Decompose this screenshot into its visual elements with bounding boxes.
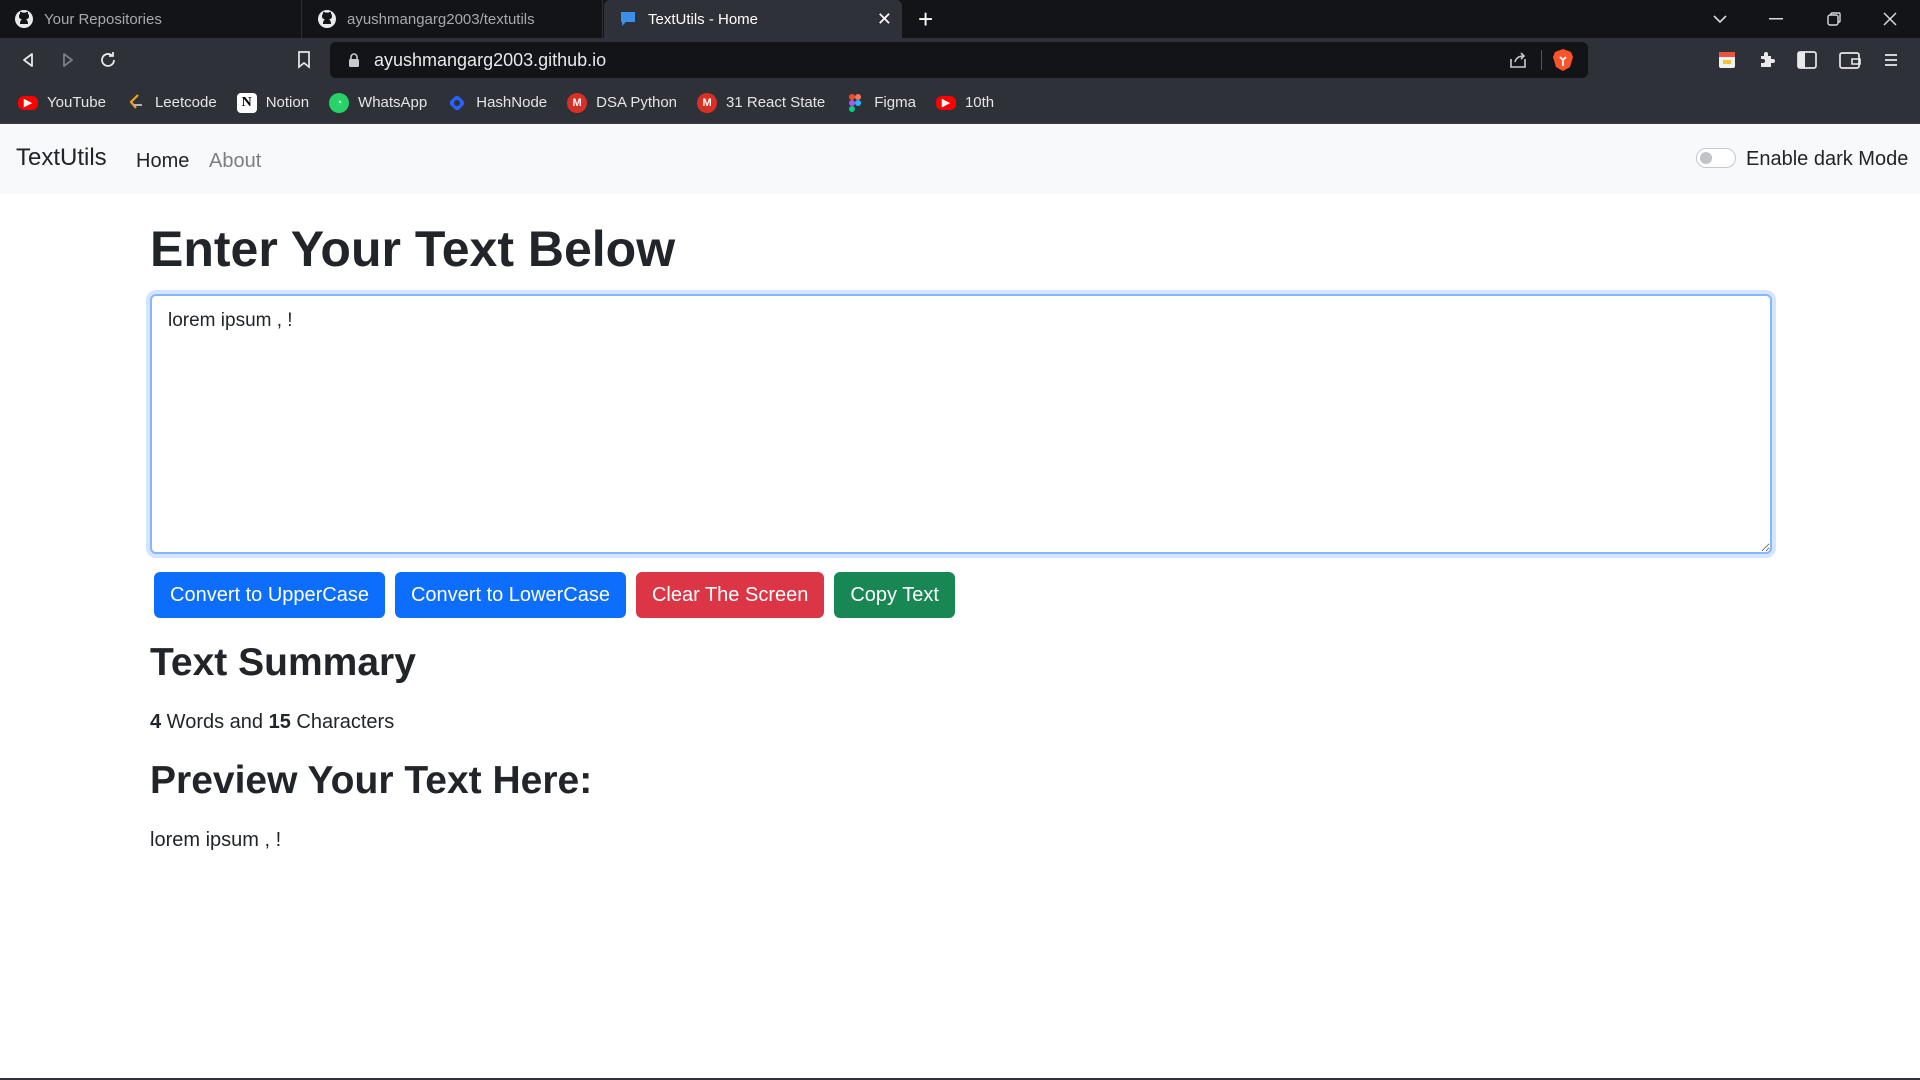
bookmark-label: 31 React State [726,94,826,111]
close-window-icon[interactable] [1862,0,1918,38]
url-text: ayushmangarg2003.github.io [374,49,607,70]
page-viewport: TextUtils Home About Enable dark Mode En… [0,124,1920,1080]
divider [1541,50,1542,70]
action-buttons: Convert to UpperCase Convert to LowerCas… [154,572,965,618]
bookmark-label: DSA Python [596,94,678,111]
sidebar-icon[interactable] [1795,48,1819,72]
chars-label: Characters [290,711,395,733]
youtube-icon: ▶ [935,95,956,110]
tab-textutils-repo[interactable]: ayushmangarg2003/textutils [303,0,603,38]
calendar-extension-icon[interactable] [1715,48,1739,72]
copy-button[interactable]: Copy Text [834,572,955,618]
bookmark-whatsapp[interactable]: ◔ WhatsApp [329,88,427,118]
text-summary: 4 Words and 15 Characters [150,711,394,734]
bookmark-label: Notion [265,94,310,111]
share-icon[interactable] [1508,50,1528,75]
bookmark-leetcode[interactable]: Leetcode [126,88,217,118]
youtube-icon: ▶ [18,95,38,110]
toggle-knob [1700,152,1712,164]
bookmark-label: Leetcode [154,94,217,111]
site-navbar: TextUtils Home About Enable dark Mode [0,124,1920,194]
summary-heading: Text Summary [150,641,416,684]
figma-icon [845,93,865,113]
extensions-puzzle-icon[interactable] [1755,48,1779,72]
whatsapp-icon: ◔ [329,92,350,113]
nav-link-home[interactable]: Home [136,150,189,173]
address-bar[interactable]: ayushmangarg2003.github.io [330,42,1588,78]
gmail-icon: M [697,92,718,113]
minimize-icon[interactable] [1748,0,1804,38]
lowercase-button[interactable]: Convert to LowerCase [394,572,626,618]
bookmark-youtube[interactable]: ▶ YouTube [18,88,106,118]
browser-tab-bar: Your Repositories ayushmangarg2003/textu… [0,0,1920,38]
bookmark-31-react-state[interactable]: M 31 React State [697,88,825,118]
bookmark-label: HashNode [476,94,548,111]
bookmark-label: YouTube [47,94,106,111]
bookmark-icon[interactable] [291,47,317,73]
wallet-icon[interactable] [1838,48,1862,72]
github-icon [317,9,337,29]
bookmark-label: WhatsApp [358,94,428,111]
tab-your-repositories[interactable]: Your Repositories [0,0,302,38]
uppercase-button[interactable]: Convert to UpperCase [154,572,385,618]
restore-icon[interactable] [1806,0,1862,38]
chat-icon [618,9,638,29]
preview-text: lorem ipsum , ! [150,829,282,851]
word-count: 4 [150,711,162,733]
lock-icon[interactable] [348,52,360,68]
forward-icon[interactable] [55,47,81,73]
leetcode-icon [126,93,146,113]
bookmark-label: 10th [964,94,995,111]
nav-link-about[interactable]: About [209,150,261,173]
browser-toolbar: ayushmangarg2003.github.io [0,38,1920,82]
menu-icon[interactable] [1879,48,1903,72]
back-icon[interactable] [15,47,41,73]
hashnode-icon [447,93,467,113]
tab-list-chevron-icon[interactable] [1692,0,1748,38]
bookmarks-bar: ▶ YouTube Leetcode N Notion ◔ WhatsApp H… [0,82,1920,124]
clear-button[interactable]: Clear The Screen [635,572,825,618]
dark-mode-label[interactable]: Enable dark Mode [1746,148,1908,171]
gmail-icon: M [567,92,588,113]
github-icon [14,9,34,29]
new-tab-button[interactable]: + [918,4,933,34]
tab-textutils-home[interactable]: TextUtils - Home ✕ [604,0,902,38]
brave-shields-icon[interactable] [1552,48,1574,77]
tab-label: TextUtils - Home [648,10,759,28]
dark-mode-toggle[interactable] [1696,148,1736,168]
bookmark-label: Figma [874,94,916,111]
bookmark-10th[interactable]: ▶ 10th [935,88,995,118]
preview-heading: Preview Your Text Here: [150,759,593,802]
close-tab-icon[interactable]: ✕ [877,9,892,30]
tab-label: Your Repositories [44,10,162,28]
bookmark-dsa-python[interactable]: M DSA Python [567,88,677,118]
reload-icon[interactable] [95,47,121,73]
tab-label: ayushmangarg2003/textutils [347,10,535,28]
bookmark-hashnode[interactable]: HashNode [447,88,547,118]
bookmark-notion[interactable]: N Notion [236,88,310,118]
char-count: 15 [268,711,291,733]
bookmark-figma[interactable]: Figma [845,88,916,118]
site-brand[interactable]: TextUtils [16,144,107,172]
text-input-area[interactable] [150,294,1772,554]
notion-icon: N [236,92,257,113]
page-title: Enter Your Text Below [150,221,676,277]
words-label: Words and [161,711,269,733]
